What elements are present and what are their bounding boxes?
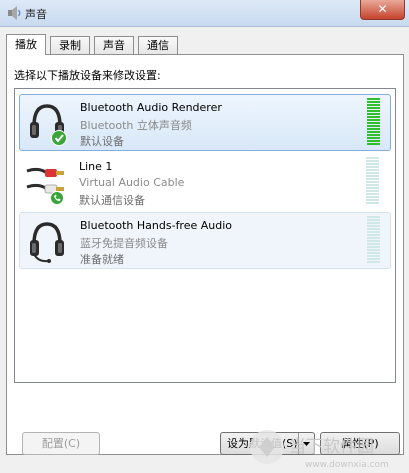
device-list[interactable]: Bluetooth Audio Renderer Bluetooth 立体声音频… <box>14 88 396 383</box>
meter-segment <box>367 137 380 139</box>
device-description: Bluetooth 立体声音频 <box>80 119 192 132</box>
meter-segment <box>366 184 379 186</box>
device-status: 默认通信设备 <box>79 194 145 207</box>
meter-segment <box>366 163 379 165</box>
volume-meter <box>366 157 379 205</box>
meter-segment <box>367 104 380 106</box>
meter-segment <box>366 196 379 198</box>
meter-segment <box>366 157 379 159</box>
watermark-url: www.downxia.com <box>305 460 389 470</box>
meter-segment <box>367 113 380 115</box>
meter-segment <box>367 107 380 109</box>
meter-segment <box>367 222 380 224</box>
volume-meter <box>367 98 380 146</box>
meter-segment <box>367 246 380 248</box>
tab-recording[interactable]: 录制 <box>50 36 90 54</box>
meter-segment <box>366 181 379 183</box>
meter-segment <box>367 243 380 245</box>
meter-segment <box>367 110 380 112</box>
device-bluetooth-hands-free-audio[interactable]: Bluetooth Hands-free Audio 蓝牙免提音频设备 准备就绪 <box>19 212 391 269</box>
meter-segment <box>367 143 380 145</box>
device-line-1[interactable]: Line 1 Virtual Audio Cable 默认通信设备 <box>19 154 389 209</box>
close-icon: ✕ <box>377 2 388 16</box>
device-description: 蓝牙免提音频设备 <box>80 237 168 250</box>
meter-segment <box>366 202 379 204</box>
meter-segment <box>366 172 379 174</box>
meter-segment <box>367 116 380 118</box>
tab-communications[interactable]: 通信 <box>138 36 178 54</box>
meter-segment <box>366 187 379 189</box>
watermark: 当下软件园 www.downxia.com <box>250 430 389 470</box>
window-title: 声音 <box>25 8 47 21</box>
close-button[interactable]: ✕ <box>360 0 405 20</box>
meter-segment <box>367 128 380 130</box>
headset-icon <box>30 222 64 263</box>
phone-badge-icon <box>50 191 64 205</box>
meter-segment <box>367 140 380 142</box>
meter-segment <box>366 199 379 201</box>
watermark-brand: 当下软件园 <box>289 437 374 457</box>
rca-cable-icon <box>26 167 64 205</box>
meter-segment <box>367 261 380 263</box>
meter-segment <box>367 225 380 227</box>
meter-segment <box>367 258 380 260</box>
meter-segment <box>366 178 379 180</box>
device-bluetooth-audio-renderer[interactable]: Bluetooth Audio Renderer Bluetooth 立体声音频… <box>19 94 391 151</box>
speaker-icon <box>8 6 21 20</box>
check-badge-icon <box>51 130 67 146</box>
meter-segment <box>367 119 380 121</box>
meter-segment <box>367 219 380 221</box>
meter-segment <box>366 190 379 192</box>
meter-segment <box>367 216 380 218</box>
meter-segment <box>367 252 380 254</box>
meter-segment <box>367 134 380 136</box>
meter-segment <box>367 101 380 103</box>
meter-segment <box>367 228 380 230</box>
title-bar[interactable]: 声音 ✕ <box>0 0 409 27</box>
meter-segment <box>366 166 379 168</box>
meter-segment <box>367 249 380 251</box>
meter-segment <box>367 98 380 100</box>
volume-meter <box>367 216 380 264</box>
device-name: Bluetooth Audio Renderer <box>80 101 222 114</box>
headphones-icon <box>30 104 67 146</box>
meter-segment <box>367 234 380 236</box>
meter-segment <box>366 193 379 195</box>
meter-segment <box>367 240 380 242</box>
tab-playback[interactable]: 播放 <box>6 34 46 55</box>
meter-segment <box>367 122 380 124</box>
meter-segment <box>366 169 379 171</box>
device-description: Virtual Audio Cable <box>79 176 185 189</box>
meter-segment <box>367 237 380 239</box>
meter-segment <box>367 231 380 233</box>
configure-button[interactable]: 配置(C) <box>22 432 100 455</box>
meter-segment <box>366 175 379 177</box>
device-status: 准备就绪 <box>80 253 124 266</box>
meter-segment <box>366 160 379 162</box>
dialog-client: 播放 录制 声音 通信 选择以下播放设备来修改设置: Bluetooth Aud… <box>0 27 409 472</box>
instruction-text: 选择以下播放设备来修改设置: <box>14 69 161 82</box>
meter-segment <box>367 131 380 133</box>
tab-sounds[interactable]: 声音 <box>94 36 134 54</box>
meter-segment <box>367 125 380 127</box>
device-status: 默认设备 <box>80 135 124 148</box>
device-name: Line 1 <box>79 160 113 173</box>
meter-segment <box>367 255 380 257</box>
device-name: Bluetooth Hands-free Audio <box>80 219 233 232</box>
